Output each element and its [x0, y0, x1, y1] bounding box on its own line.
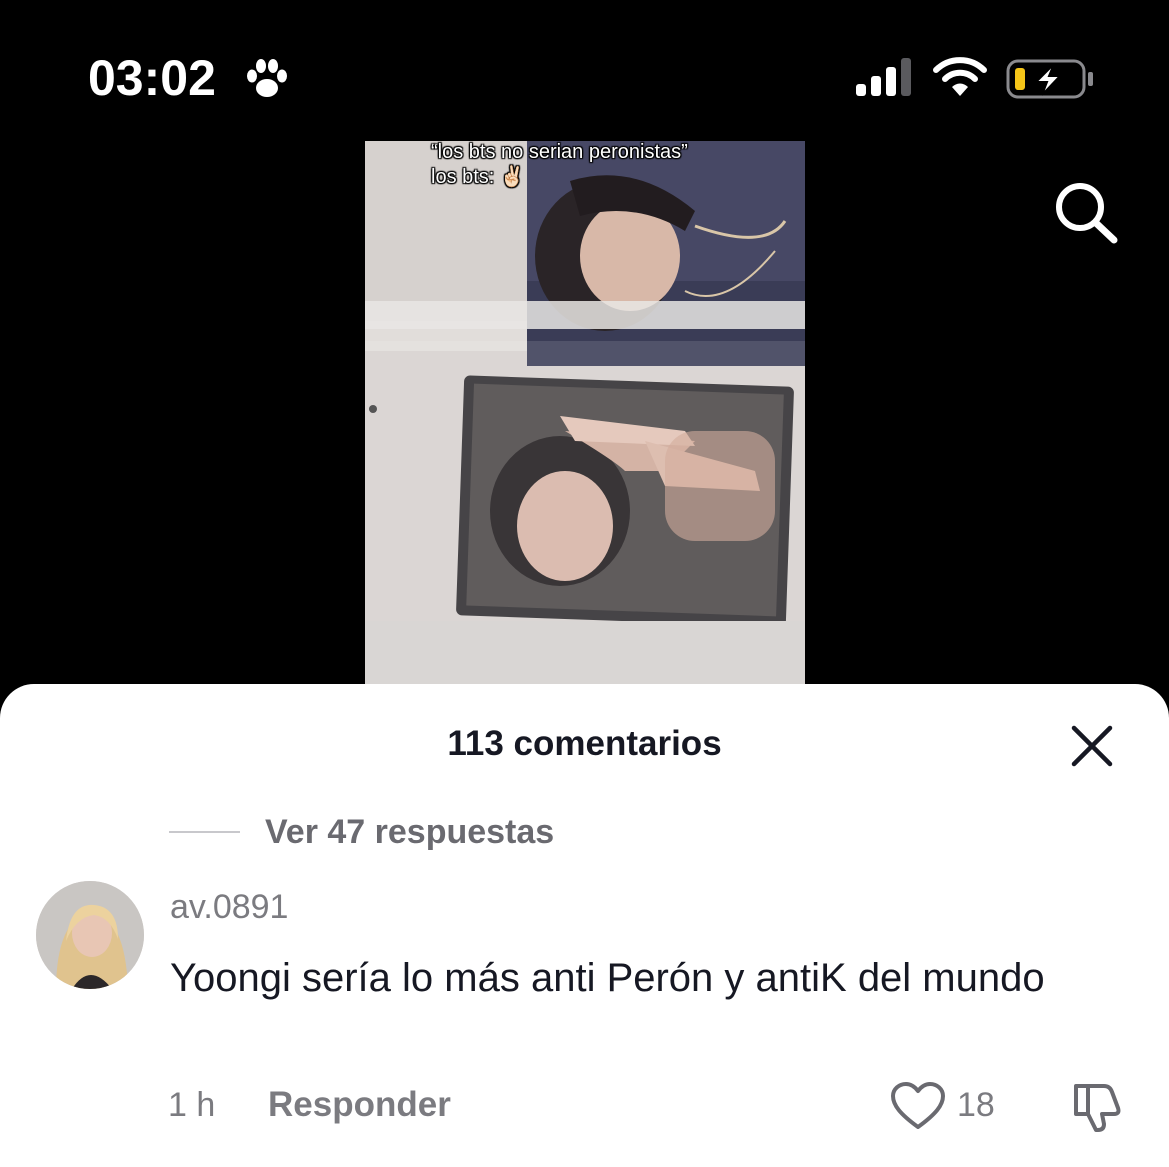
reply-button[interactable]: Responder	[268, 1085, 451, 1125]
signal-icon	[856, 58, 911, 96]
comment-username[interactable]: av.0891	[170, 887, 288, 927]
replies-divider	[169, 831, 240, 833]
close-icon[interactable]	[1070, 724, 1114, 768]
thumbs-down-icon[interactable]	[1070, 1078, 1126, 1134]
wifi-icon	[933, 57, 987, 96]
battery-charging-icon	[1006, 59, 1093, 99]
search-icon[interactable]	[1052, 180, 1120, 244]
comments-sheet: 113 comentarios Ver 47 respuestas av.089…	[0, 684, 1169, 1167]
status-bar: 03:02	[0, 0, 1169, 244]
paw-icon	[247, 59, 287, 97]
video-caption-line-2: los bts: ✌🏻	[431, 166, 525, 188]
status-time: 03:02	[88, 50, 216, 106]
video-caption-line-1: “los bts no serian peronistas”	[431, 141, 688, 163]
photocard-binder-image	[365, 141, 805, 686]
video-thumbnail[interactable]: “los bts no serian peronistas” los bts: …	[365, 141, 805, 686]
like-count: 18	[957, 1086, 995, 1124]
comment-text: Yoongi sería lo más anti Perón y antiK d…	[170, 956, 1045, 1000]
view-replies-button[interactable]: Ver 47 respuestas	[265, 812, 554, 852]
avatar[interactable]	[36, 881, 144, 989]
comments-count-title: 113 comentarios	[447, 724, 722, 763]
comment-timestamp: 1 h	[168, 1086, 216, 1124]
heart-icon[interactable]	[890, 1081, 946, 1131]
